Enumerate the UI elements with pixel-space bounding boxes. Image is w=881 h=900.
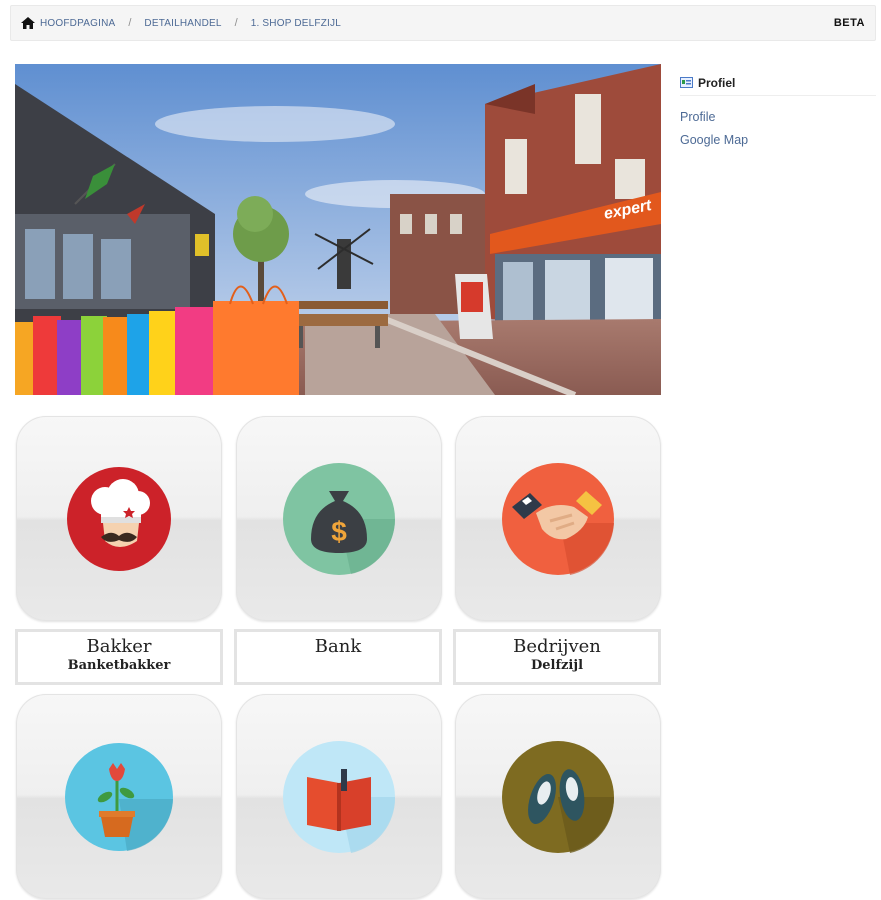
shopping-street-photo: expert: [15, 64, 661, 395]
tile-title: Bakker: [86, 636, 152, 657]
breadcrumb-link-shop-delfzijl[interactable]: 1. SHOP DELFZIJL: [251, 18, 341, 29]
beta-badge: BETA: [833, 17, 865, 29]
flower-pot-icon: [65, 743, 173, 851]
tile-bank[interactable]: $: [236, 416, 442, 621]
profile-card-icon: [680, 77, 693, 88]
book-icon: [283, 741, 396, 853]
handshake-icon: [502, 463, 614, 575]
tile-bakker[interactable]: [16, 416, 222, 621]
tile-subtitle: Delfzijl: [530, 658, 584, 673]
breadcrumb: HOOFDPAGINA / DETAILHANDEL / 1. SHOP DEL…: [10, 5, 876, 41]
tile-boekhandel[interactable]: [236, 694, 442, 899]
svg-text:$: $: [331, 516, 347, 547]
tile-dansschool[interactable]: [455, 694, 661, 899]
ballet-shoes-icon: [502, 741, 615, 853]
sidebar-link-google-map[interactable]: Google Map: [680, 133, 876, 147]
breadcrumb-link-detailhandel[interactable]: DETAILHANDEL: [144, 18, 221, 29]
tile-caption-bedrijven[interactable]: Bedrijven Delfzijl: [453, 629, 661, 685]
tile-subtitle: Banketbakker: [67, 658, 171, 673]
breadcrumb-item-home[interactable]: HOOFDPAGINA: [21, 17, 115, 29]
tile-caption-bank[interactable]: Bank: [234, 629, 442, 685]
tile-bloemist[interactable]: [16, 694, 222, 899]
tile-bedrijven[interactable]: [455, 416, 661, 621]
breadcrumb-separator: /: [128, 17, 132, 29]
money-bag-icon: $: [283, 463, 396, 575]
tile-caption-bakker[interactable]: Bakker Banketbakker: [15, 629, 223, 685]
breadcrumb-link-hoofdpagina[interactable]: HOOFDPAGINA: [40, 18, 115, 29]
sidebar-heading-text: Profiel: [698, 75, 736, 90]
tile-title: Bedrijven: [513, 636, 601, 657]
sidebar-link-profile[interactable]: Profile: [680, 110, 876, 124]
hero-image: expert: [15, 64, 661, 395]
home-icon[interactable]: [21, 17, 35, 29]
breadcrumb-separator: /: [234, 17, 238, 29]
sidebar-heading: Profiel: [680, 74, 876, 96]
chef-icon: [67, 467, 171, 571]
tile-title: Bank: [314, 636, 362, 657]
sidebar: Profiel Profile Google Map: [680, 74, 876, 147]
